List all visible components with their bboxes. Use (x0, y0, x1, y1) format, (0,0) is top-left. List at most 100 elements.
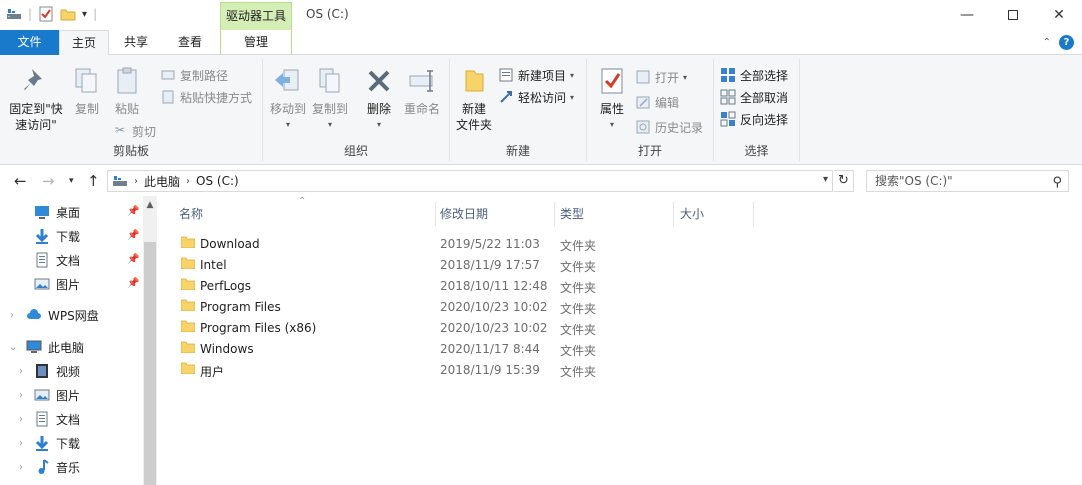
help-icon[interactable]: ? (1059, 35, 1074, 50)
drive-tools-context-tab: 驱动器工具 (220, 2, 292, 30)
back-arrow-icon[interactable]: ← (14, 172, 27, 190)
nav-item-documents[interactable]: 文档 (34, 249, 80, 271)
new-item-label: 新建项目 (518, 68, 567, 83)
group-clipboard: 固定到"快 速访问" 复制 粘贴 复制路径 粘贴快捷方式 ✂ 剪切 剪贴板 (0, 59, 263, 161)
select-none-button[interactable]: 全部取消 (720, 87, 788, 107)
pin-icon[interactable]: 📌 (127, 206, 139, 217)
tab-share[interactable]: 共享 (112, 30, 160, 55)
paste-shortcut-button[interactable]: 粘贴快捷方式 (160, 87, 252, 107)
refresh-button[interactable]: ↻ (834, 170, 854, 192)
column-header-modified[interactable]: 修改日期 (440, 203, 550, 227)
nav-item-wps-cloud[interactable]: WPS网盘 (26, 304, 99, 326)
breadcrumb-chevron-icon[interactable]: › (186, 176, 190, 187)
nav-scrollbar[interactable]: ▲ (143, 196, 157, 485)
column-divider[interactable] (435, 202, 436, 226)
expand-chevron-icon[interactable]: › (19, 366, 23, 377)
edit-icon (636, 96, 650, 109)
collapse-ribbon-chevron-icon[interactable]: ⌃ (1043, 37, 1051, 48)
nav-item-downloads[interactable]: 下载 (34, 225, 80, 247)
delete-button[interactable]: 删除 ▾ (361, 65, 397, 133)
move-to-button[interactable]: 移动到 ▾ (267, 65, 309, 133)
folder-icon (181, 257, 195, 269)
table-row[interactable]: PerfLogs 2018/10/11 12:48 文件夹 (175, 275, 755, 296)
nav-item-videos[interactable]: 视频 (34, 360, 80, 382)
nav-label: 文档 (56, 412, 81, 427)
tab-file[interactable]: 文件 (0, 30, 59, 55)
column-divider[interactable] (673, 202, 674, 226)
recent-locations-chevron-icon[interactable]: ▾ (69, 176, 74, 186)
table-row[interactable]: Program Files 2020/10/23 10:02 文件夹 (175, 296, 755, 317)
address-dropdown-chevron-icon[interactable]: ▾ (823, 174, 828, 185)
invert-selection-button[interactable]: 反向选择 (720, 109, 788, 129)
nav-item-pc-documents[interactable]: 文档 (34, 408, 80, 430)
properties-button[interactable]: 属性 ▾ (595, 65, 629, 133)
nav-item-pc-pictures[interactable]: 图片 (34, 384, 80, 406)
address-bar[interactable]: › 此电脑 › OS (C:) ▾ (107, 170, 833, 192)
forward-arrow-icon[interactable]: → (42, 172, 55, 190)
desktop-icon (35, 206, 49, 219)
table-row[interactable]: Intel 2018/11/9 17:57 文件夹 (175, 254, 755, 275)
history-button[interactable]: 历史记录 (635, 117, 703, 137)
new-item-caret-icon: ▾ (570, 70, 575, 80)
table-row[interactable]: Program Files (x86) 2020/10/23 10:02 文件夹 (175, 317, 755, 338)
select-all-button[interactable]: 全部选择 (720, 65, 788, 85)
table-row[interactable]: Windows 2020/11/17 8:44 文件夹 (175, 338, 755, 359)
expand-chevron-icon[interactable]: › (19, 462, 23, 473)
column-header-name[interactable]: 名称 (179, 203, 429, 227)
breadcrumb-chevron-icon[interactable]: › (134, 176, 138, 187)
tab-home[interactable]: 主页 (59, 30, 109, 56)
column-divider[interactable] (753, 202, 754, 226)
table-row[interactable]: 用户 2018/11/9 15:39 文件夹 (175, 359, 755, 380)
properties-check-icon[interactable] (38, 6, 54, 22)
copy-to-button[interactable]: 复制到 ▾ (309, 65, 351, 133)
rename-button[interactable]: 重命名 (399, 65, 445, 117)
tab-manage[interactable]: 管理 (220, 30, 292, 55)
table-row[interactable]: Download 2019/5/22 11:03 文件夹 (175, 233, 755, 254)
expand-chevron-icon[interactable]: › (19, 438, 23, 449)
minimize-button[interactable]: — (944, 0, 990, 30)
copy-path-button[interactable]: 复制路径 (160, 65, 228, 85)
breadcrumb-this-pc[interactable]: 此电脑 (144, 173, 180, 190)
new-folder-button[interactable]: 新建 文件夹 (454, 65, 494, 133)
open-button[interactable]: 打开 ▾ (635, 67, 687, 87)
qat-customize-chevron-icon[interactable]: ▾ (82, 9, 87, 20)
computer-icon (26, 340, 42, 353)
nav-label: 视频 (56, 364, 81, 379)
expand-chevron-icon[interactable]: › (19, 390, 23, 401)
scrollbar-thumb[interactable] (144, 242, 156, 485)
easy-access-button[interactable]: 轻松访问 ▾ (498, 87, 574, 107)
cut-button[interactable]: ✂ 剪切 (112, 121, 156, 141)
copy-button[interactable]: 复制 (70, 65, 104, 117)
paste-shortcut-icon (162, 90, 174, 104)
expand-chevron-icon[interactable]: › (10, 310, 14, 321)
column-divider[interactable] (554, 202, 555, 226)
file-type: 文件夹 (560, 239, 597, 253)
maximize-button[interactable] (990, 0, 1036, 30)
column-header-type[interactable]: 类型 (560, 203, 670, 227)
file-explorer-window: | ▾ | 驱动器工具 OS (C:) — ✕ 文件 主页 共享 查看 管理 ⌃… (0, 0, 1082, 485)
nav-item-pc-downloads[interactable]: 下载 (34, 432, 80, 454)
collapse-chevron-icon[interactable]: ⌄ (9, 342, 17, 353)
nav-item-desktop[interactable]: 桌面 (34, 201, 80, 223)
new-folder-qat-icon[interactable] (60, 6, 76, 22)
pin-icon[interactable]: 📌 (127, 254, 139, 265)
pin-icon[interactable]: 📌 (127, 278, 139, 289)
paste-button[interactable]: 粘贴 (110, 65, 144, 117)
pin-quick-access-button[interactable]: 固定到"快 速访问" (6, 65, 66, 133)
search-input[interactable]: 搜索"OS (C:)" ⚲ (866, 170, 1069, 192)
expand-chevron-icon[interactable]: › (19, 414, 23, 425)
scroll-up-arrow-icon[interactable]: ▲ (143, 200, 157, 210)
edit-button[interactable]: 编辑 (635, 92, 679, 112)
file-name: Download (200, 237, 260, 251)
column-header-size[interactable]: 大小 (680, 203, 750, 227)
nav-item-music[interactable]: 音乐 (34, 456, 80, 478)
close-button[interactable]: ✕ (1036, 0, 1082, 30)
pin-icon[interactable]: 📌 (127, 230, 139, 241)
nav-item-pictures[interactable]: 图片 (34, 273, 80, 295)
tab-view[interactable]: 查看 (163, 30, 217, 55)
up-arrow-icon[interactable]: ↑ (87, 172, 100, 190)
nav-item-this-pc[interactable]: 此电脑 (26, 336, 84, 358)
file-name: Intel (200, 258, 227, 272)
breadcrumb-os-c[interactable]: OS (C:) (196, 174, 239, 188)
new-item-button[interactable]: 新建项目 ▾ (498, 65, 574, 85)
